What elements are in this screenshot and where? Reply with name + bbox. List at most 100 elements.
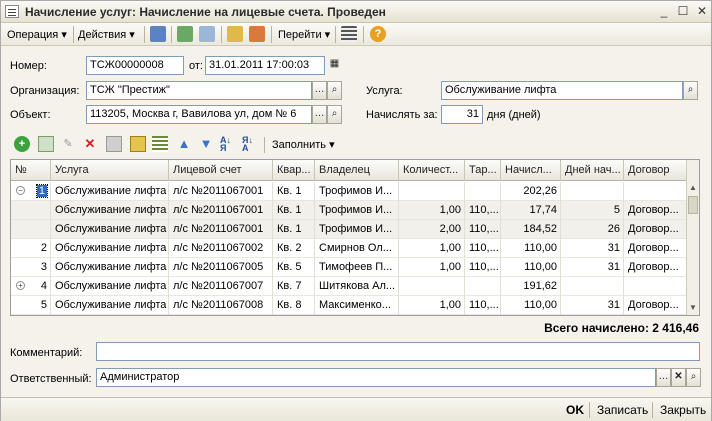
quantity-cell [399, 277, 465, 296]
header-contract[interactable]: Договор [624, 160, 687, 181]
account-cell: л/с №2011067001 [169, 201, 273, 220]
total-accrued: Всего начислено: 2 416,46 [544, 321, 699, 335]
header-owner[interactable]: Владелец [315, 160, 399, 181]
days-field[interactable]: 31 [441, 105, 483, 124]
scroll-down-icon[interactable]: ▼ [687, 302, 699, 314]
end-edit-icon[interactable] [106, 136, 122, 152]
owner-cell-text: Максименко... [319, 299, 391, 311]
sort-ascending-icon[interactable]: A↓ Я [220, 136, 236, 153]
tariff-cell [465, 182, 501, 201]
days-cell: 26 [561, 220, 624, 239]
list-icon[interactable] [341, 26, 357, 42]
apartment-cell: Кв. 7 [273, 277, 315, 296]
post-icon[interactable] [150, 26, 166, 42]
service-open-icon[interactable]: ⌕ [683, 81, 698, 100]
maximize-icon[interactable]: ☐ [675, 4, 691, 19]
date-field[interactable]: 31.01.2011 17:00:03 [205, 56, 325, 75]
close-button[interactable]: Закрыть [660, 402, 706, 418]
goto-menu-label: Перейти [278, 29, 322, 41]
object-open-icon[interactable]: ⌕ [327, 105, 342, 124]
organization-select-button[interactable]: … [312, 81, 327, 100]
table-row[interactable]: 5 Обслуживание лифта л/с №2011067008 Кв. 8 М… [11, 296, 687, 315]
owner-cell: Смирнов Ол... [315, 239, 399, 258]
amount-cell-text: 110,00 [524, 299, 557, 311]
responsible-clear-icon[interactable]: ✕ [671, 368, 686, 387]
movements-icon[interactable] [249, 26, 265, 42]
header-days[interactable]: Дней нач... [561, 160, 624, 181]
copy-row-icon[interactable] [38, 136, 54, 152]
header-number[interactable]: № [11, 160, 51, 181]
object-select-button[interactable]: … [312, 105, 327, 124]
number-field[interactable]: ТСЖ00000008 [86, 56, 184, 75]
table-row[interactable]: 4 + Обслуживание лифта л/с №2011067007 Кв. 7… [11, 277, 687, 296]
table-row[interactable]: 3 Обслуживание лифта л/с №2011067005 Кв. 5 Т… [11, 258, 687, 277]
refresh-icon[interactable] [177, 26, 193, 42]
amount-cell: 110,00 [501, 296, 561, 315]
owner-cell-text: Тимофеев П... [319, 261, 393, 273]
responsible-select-button[interactable]: … [656, 368, 671, 387]
delete-row-icon[interactable]: ✕ [82, 136, 98, 152]
operation-menu[interactable]: Операция ▾ [7, 27, 67, 43]
fill-menu[interactable]: Заполнить ▾ [272, 138, 335, 151]
quantity-cell: 1,00 [399, 258, 465, 277]
amount-cell: 110,00 [501, 258, 561, 277]
responsible-open-icon[interactable]: ⌕ [686, 368, 701, 387]
header-account[interactable]: Лицевой счет [169, 160, 273, 181]
scroll-thumb[interactable] [688, 196, 698, 214]
add-row-icon[interactable]: + [14, 136, 30, 152]
minimize-icon[interactable]: _ [656, 4, 672, 19]
goto-menu[interactable]: Перейти ▾ [278, 27, 330, 43]
actions-menu[interactable]: Действия ▾ [78, 27, 135, 43]
table-row[interactable]: Обслуживание лифта л/с №2011067001 Кв. 1 Тр… [11, 201, 687, 220]
amount-cell: 202,26 [501, 182, 561, 201]
quantity-cell-text: 2,00 [439, 223, 461, 235]
header-service[interactable]: Услуга [51, 160, 169, 181]
expand-icon[interactable]: + [16, 281, 25, 290]
ok-button[interactable]: OK [566, 402, 584, 418]
structure-icon[interactable] [227, 26, 243, 42]
group-rows-icon[interactable] [152, 136, 168, 152]
quantity-cell-text: 1,00 [439, 204, 461, 216]
amount-cell-text: 202,26 [523, 185, 557, 197]
tariff-cell: 110,... [465, 239, 501, 258]
edit-row-icon[interactable]: ✎ [60, 136, 76, 152]
add-group-icon[interactable] [130, 136, 146, 152]
table-row[interactable]: 2 Обслуживание лифта л/с №2011067002 Кв. 2 С… [11, 239, 687, 258]
account-cell-text: л/с №2011067002 [173, 242, 264, 254]
organization-open-icon[interactable]: ⌕ [327, 81, 342, 100]
toolbar-separator [271, 26, 272, 43]
sort-descending-icon[interactable]: Я↓ A [242, 136, 258, 153]
move-up-icon[interactable]: ▲ [176, 136, 192, 152]
copy-document-icon[interactable] [199, 26, 215, 42]
save-button[interactable]: Записать [597, 402, 648, 418]
tariff-cell-text: 110,... [469, 204, 499, 216]
header-apartment[interactable]: Квар... [273, 160, 315, 181]
main-toolbar: Операция ▾ Действия ▾ Перейти ▾ ? [1, 23, 711, 46]
move-down-icon[interactable]: ▼ [198, 136, 214, 152]
help-icon[interactable]: ? [370, 26, 386, 42]
comment-field[interactable] [96, 342, 700, 361]
service-field[interactable]: Обслуживание лифта [441, 81, 683, 100]
amount-cell-text: 110,00 [524, 242, 557, 254]
table-row[interactable]: Обслуживание лифта л/с №2011067001 Кв. 1 Тр… [11, 220, 687, 239]
object-field[interactable]: 113205, Москва г, Вавилова ул, дом № 6 [86, 105, 312, 124]
quantity-cell: 2,00 [399, 220, 465, 239]
scroll-up-icon[interactable]: ▲ [687, 182, 699, 194]
close-icon[interactable]: ✕ [694, 4, 710, 19]
days-cell [561, 277, 624, 296]
header-quantity[interactable]: Количест... [399, 160, 465, 181]
vertical-scrollbar[interactable]: ▲ ▼ [686, 160, 699, 315]
organization-field[interactable]: ТСЖ "Престиж" [86, 81, 312, 100]
comment-label: Комментарий: [10, 347, 83, 359]
service-cell: Обслуживание лифта [51, 182, 169, 201]
table-row[interactable]: 1− Обслуживание лифта л/с №2011067001 Кв. 1… [11, 182, 687, 201]
header-amount[interactable]: Начисл... [501, 160, 561, 181]
owner-cell-text: Трофимов И... [319, 185, 393, 197]
responsible-field[interactable]: Администратор [96, 368, 656, 387]
header-tariff[interactable]: Тар... [465, 160, 501, 181]
row-number: 4 + [11, 277, 51, 296]
collapse-icon[interactable]: − [16, 186, 25, 195]
tariff-cell: 110,... [465, 258, 501, 277]
calendar-icon[interactable]: ▦ [327, 56, 342, 75]
amount-cell: 191,62 [501, 277, 561, 296]
